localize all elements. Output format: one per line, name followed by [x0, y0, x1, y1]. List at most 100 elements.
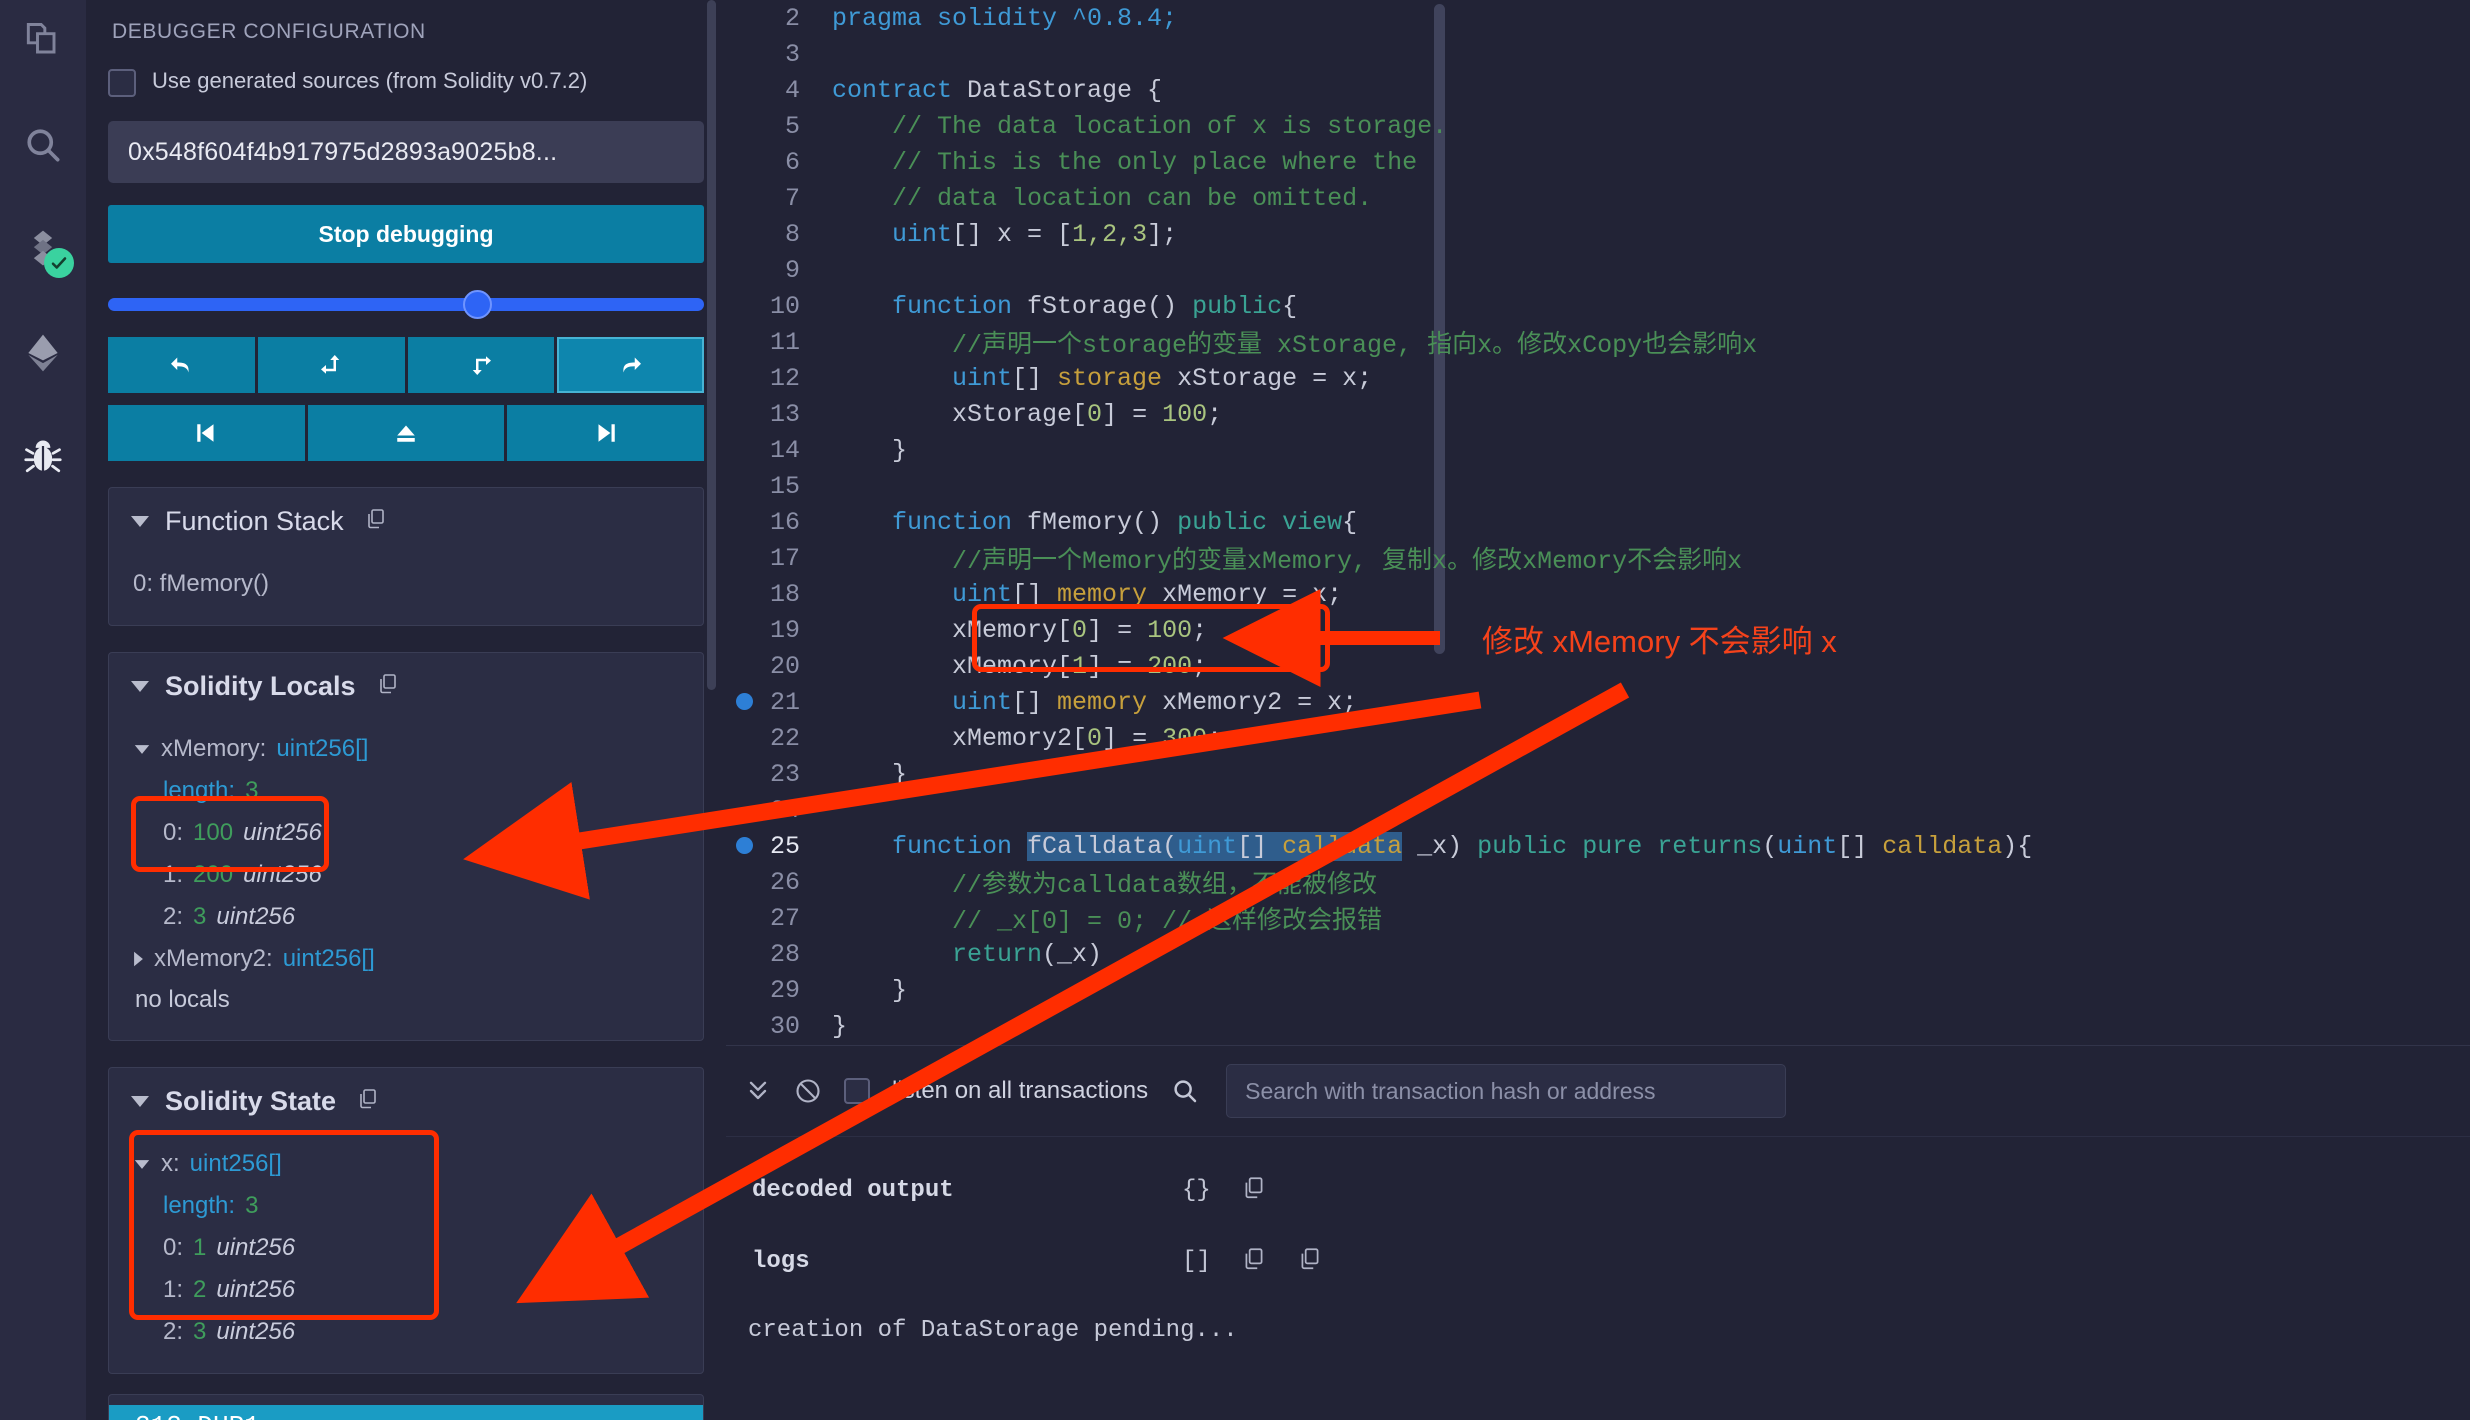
code-text: // The data location of x is storage.	[832, 111, 1448, 141]
tree-node-x[interactable]: x: uint256[]	[133, 1143, 679, 1185]
code-line[interactable]: 6 // This is the only place where the	[726, 144, 2470, 180]
stop-debugging-button[interactable]: Stop debugging	[108, 205, 704, 263]
code-line[interactable]: 26 //参数为calldata数组，不能被修改	[726, 864, 2470, 901]
code-line[interactable]: 7 // data location can be omitted.	[726, 180, 2470, 216]
code-text: pragma solidity ^0.8.4;	[832, 3, 1178, 33]
activity-bar	[0, 0, 86, 1420]
chevron-down-icon[interactable]	[134, 744, 150, 754]
code-line[interactable]: 21 uint[] memory xMemory2 = x;	[726, 684, 2470, 720]
line-number: 4	[784, 75, 800, 105]
code-line[interactable]: 22 xMemory2[0] = 300;	[726, 720, 2470, 756]
step-over-button[interactable]	[557, 337, 704, 393]
chevrons-down-icon[interactable]	[744, 1077, 772, 1105]
code-line[interactable]: 11 //声明一个storage的变量 xStorage, 指向x。修改xCop…	[726, 324, 2470, 361]
line-number: 26	[769, 867, 800, 897]
length-value: 3	[245, 777, 259, 804]
jump-out-button[interactable]	[307, 405, 505, 461]
file-explorer-icon[interactable]	[14, 12, 72, 70]
step-slider-knob[interactable]	[462, 290, 492, 319]
opcode-selected-row[interactable]: 313 DUP1	[109, 1405, 703, 1420]
code-line[interactable]: 23 }	[726, 756, 2470, 792]
copy-icon[interactable]	[364, 507, 388, 536]
copy-icon[interactable]	[1241, 1246, 1267, 1277]
use-generated-sources-row[interactable]: Use generated sources (from Solidity v0.…	[108, 66, 704, 97]
debugger-icon[interactable]	[14, 428, 72, 486]
code-text: contract DataStorage {	[832, 75, 1163, 105]
code-line[interactable]: 25 function fCalldata(uint[] calldata _x…	[726, 828, 2470, 864]
breakpoint-icon[interactable]	[736, 693, 753, 710]
code-line[interactable]: 2 pragma solidity ^0.8.4;	[726, 0, 2470, 36]
length-value: 3	[245, 1192, 259, 1219]
code-line[interactable]: 29 }	[726, 972, 2470, 1008]
panel-scrollbar[interactable]	[707, 0, 716, 690]
code-editor[interactable]: 2 pragma solidity ^0.8.4; 3 4 contract DataS…	[726, 0, 2470, 1045]
chevron-down-icon[interactable]	[131, 1096, 149, 1107]
code-line[interactable]: 5 // The data location of x is storage.	[726, 108, 2470, 144]
search-icon[interactable]	[1170, 1076, 1200, 1106]
code-line[interactable]: 28 return(_x)	[726, 936, 2470, 972]
code-text: //声明一个storage的变量 xStorage, 指向x。修改xCopy也会…	[832, 331, 1758, 360]
code-line[interactable]: 4 contract DataStorage {	[726, 72, 2470, 108]
chevron-down-icon[interactable]	[131, 681, 149, 692]
annotation-label: 修改 xMemory 不会影响 x	[1482, 624, 1837, 659]
code-line[interactable]: 14 }	[726, 432, 2470, 468]
jump-to-previous-breakpoint-button[interactable]	[108, 405, 305, 461]
solidity-state-header[interactable]: Solidity State	[109, 1068, 703, 1135]
search-icon[interactable]	[14, 116, 72, 174]
line-number: 20	[769, 651, 800, 681]
chevron-down-icon[interactable]	[134, 1159, 150, 1169]
step-into-button[interactable]	[407, 337, 555, 393]
item-type: uint256	[216, 1318, 296, 1345]
step-slider-track[interactable]	[108, 298, 704, 311]
code-line[interactable]: 9	[726, 252, 2470, 288]
code-line[interactable]: 3	[726, 36, 2470, 72]
code-line[interactable]: 24	[726, 792, 2470, 828]
function-stack-header[interactable]: Function Stack	[109, 488, 703, 555]
chevron-down-icon[interactable]	[131, 516, 149, 527]
function-stack-title: Function Stack	[165, 506, 344, 536]
code-line[interactable]: 18 uint[] memory xMemory = x;	[726, 576, 2470, 612]
tree-node-length: length: 3	[133, 1185, 679, 1227]
line-number: 11	[769, 327, 800, 357]
copy-icon[interactable]	[356, 1087, 380, 1116]
solidity-compiler-icon[interactable]	[14, 220, 74, 278]
solidity-locals-header[interactable]: Solidity Locals	[109, 653, 703, 720]
code-line[interactable]: 12 uint[] storage xStorage = x;	[726, 360, 2470, 396]
code-line[interactable]: 8 uint[] x = [1,2,3];	[726, 216, 2470, 252]
line-number: 3	[784, 39, 800, 69]
step-slider[interactable]	[108, 289, 704, 319]
code-line[interactable]: 15	[726, 468, 2470, 504]
line-number: 29	[769, 975, 800, 1005]
debugger-configuration-title: DEBUGGER CONFIGURATION	[112, 20, 426, 43]
ban-icon[interactable]	[794, 1077, 822, 1105]
line-number: 2	[784, 3, 800, 33]
item-index: 0:	[163, 1234, 184, 1261]
transaction-search-input[interactable]: Search with transaction hash or address	[1226, 1064, 1787, 1118]
deploy-run-icon[interactable]	[14, 324, 72, 382]
copy-icon[interactable]	[376, 672, 400, 701]
step-back-into-button[interactable]	[257, 337, 405, 393]
code-text: }	[832, 435, 908, 465]
chevron-right-icon[interactable]	[134, 951, 143, 967]
code-line[interactable]: 30}	[726, 1008, 2470, 1044]
listen-on-all-transactions-checkbox[interactable]	[844, 1078, 870, 1104]
tree-node-xmemory2[interactable]: xMemory2: uint256[]	[133, 938, 679, 980]
code-line[interactable]: 10 function fStorage() public{	[726, 288, 2470, 324]
jump-to-next-breakpoint-button[interactable]	[507, 405, 705, 461]
tree-node-type: uint256[]	[276, 735, 369, 762]
copy-all-icon[interactable]	[1297, 1246, 1323, 1277]
tree-node-xmemory[interactable]: xMemory: uint256[]	[133, 728, 679, 770]
line-number: 13	[769, 399, 800, 429]
transaction-hash-input[interactable]: 0x548f604f4b917975d2893a9025b8...	[108, 121, 704, 183]
step-back-over-button[interactable]	[108, 337, 255, 393]
code-line[interactable]: 13 xStorage[0] = 100;	[726, 396, 2470, 432]
code-line[interactable]: 17 //声明一个Memory的变量xMemory, 复制x。修改xMemory…	[726, 540, 2470, 577]
solidity-locals-panel: Solidity Locals xMemory: uint256[] lengt…	[108, 652, 704, 1041]
length-label: length:	[163, 1192, 236, 1219]
code-line[interactable]: 16 function fMemory() public view{	[726, 504, 2470, 540]
breakpoint-icon[interactable]	[736, 837, 753, 854]
code-line[interactable]: 27 // _x[0] = 0; // 这样修改会报错	[726, 900, 2470, 937]
copy-icon[interactable]	[1241, 1175, 1267, 1206]
line-number: 8	[784, 219, 800, 249]
use-generated-sources-checkbox[interactable]	[108, 69, 136, 97]
